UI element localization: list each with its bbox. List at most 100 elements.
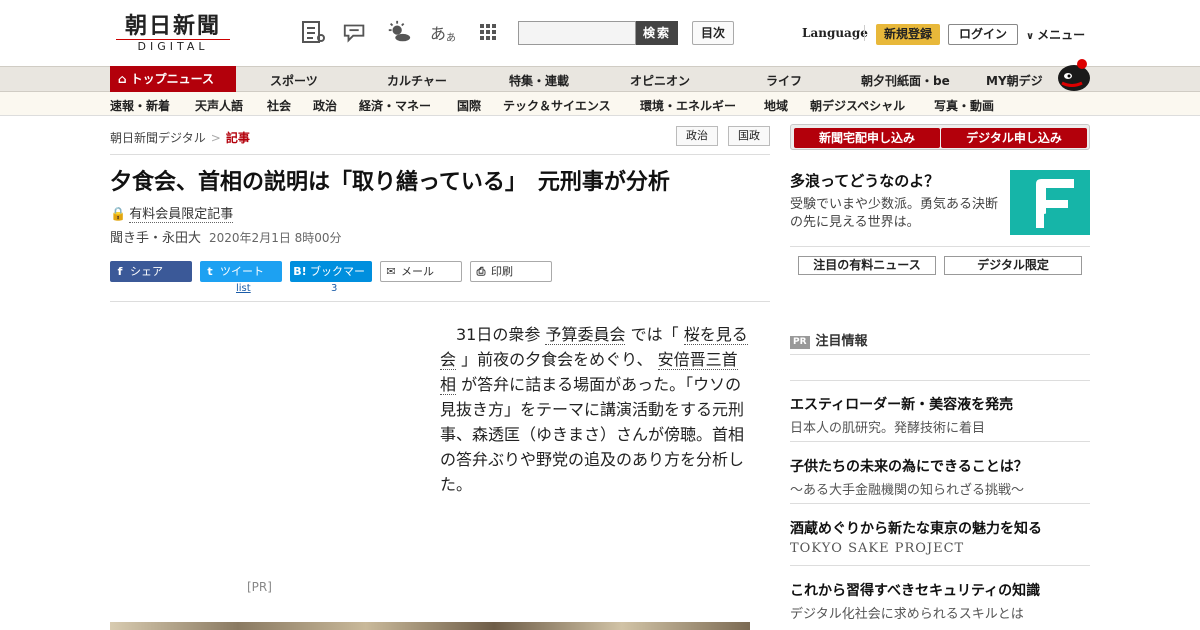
article-photo [110,622,750,630]
subscription-promo: 新聞宅配申し込み デジタル申し込み [790,124,1090,150]
feature-image[interactable] [1010,170,1090,235]
nav-paper[interactable]: 朝夕刊紙面・be [861,72,950,89]
breadcrumb-current: 記事 [225,131,250,145]
header-divider [864,25,865,41]
weather-icon[interactable] [386,19,412,45]
bookmark-count: 3 [331,283,338,294]
logo-subtext: DIGITAL [116,39,230,54]
divider [790,503,1090,504]
share-label: 印刷 [491,265,513,278]
nav-culture[interactable]: カルチャー [387,72,447,89]
nav2-politics[interactable]: 政治 [313,97,337,114]
nav2-society[interactable]: 社会 [267,97,291,114]
breadcrumb-home[interactable]: 朝日新聞デジタル [110,131,206,145]
tag-national[interactable]: 国政 [728,126,770,146]
nav2-region[interactable]: 地域 [764,97,788,114]
nav2-environment[interactable]: 環境・エネルギー [640,97,736,114]
pr-heading: PR 注目情報 [790,330,868,349]
pr-heading-text: 注目情報 [815,334,868,349]
ad-title[interactable]: 酒蔵めぐりから新たな東京の魅力を知る [790,518,1042,538]
mail-button[interactable]: ✉ メール [380,261,462,282]
breadcrumb: 朝日新聞デジタル > 記事 [110,129,250,146]
divider [790,380,1090,381]
digital-signup-button[interactable]: デジタル申し込み [941,128,1087,148]
news-list-icon[interactable] [300,19,326,45]
nav2-tech[interactable]: テック＆サイエンス [503,97,611,114]
nav2-economy[interactable]: 経済・マネー [359,97,431,114]
digital-only-button[interactable]: デジタル限定 [944,256,1082,275]
lede-text: 」前夜の夕食会をめぐり、 [461,350,653,369]
divider [790,354,1090,355]
nav-features[interactable]: 特集・連載 [509,72,569,89]
lede-text: 31日の衆参 [440,325,541,344]
divider [790,441,1090,442]
font-size-small: あ [446,32,457,44]
divider [110,301,770,302]
secondary-nav: 速報・新着 天声人語 社会 政治 経済・マネー 国際 テック＆サイエンス 環境・… [0,92,1200,116]
primary-nav: ⌂ トップニュース スポーツ カルチャー 特集・連載 オピニオン ライフ 朝夕刊紙… [0,66,1200,92]
nav2-breaking[interactable]: 速報・新着 [110,97,170,114]
facebook-share-button[interactable]: f シェア [110,261,192,282]
lede-text: では「 [630,325,679,344]
nav-top-news[interactable]: ⌂ トップニュース [110,66,236,92]
print-button[interactable]: ⎙ 印刷 [470,261,552,282]
logo-text: 朝日新聞 [124,13,221,39]
ad-sub: ～ある大手金融機関の知られざる挑戦～ [790,483,1025,498]
byline-author: 聞き手・永田大 [110,231,202,246]
font-size-icon[interactable]: ああ [430,19,456,45]
feature-title[interactable]: 多浪ってどうなのよ？ [790,170,939,191]
breadcrumb-sep: > [210,131,221,145]
nav-life[interactable]: ライフ [766,72,802,89]
share-label: シェア [130,265,163,278]
ad-title[interactable]: これから習得すべきセキュリティの知識 [790,580,1040,600]
nav-my-asadigi[interactable]: MY朝デジ [986,72,1043,89]
tweet-list-link[interactable]: list [236,283,251,294]
twitter-icon: t [207,265,213,278]
tweet-button[interactable]: t ツイート [200,261,282,282]
language-link[interactable]: Language [802,26,868,40]
nav2-special[interactable]: 朝デジスペシャル [810,97,905,114]
ad-sub: デジタル化社会に求められるスキルとは [790,607,1024,622]
publish-date: 2020年2月1日 8時00分 [209,231,342,245]
divider [790,246,1090,247]
speech-bubble-icon[interactable] [342,19,368,45]
hatena-icon: B! [293,265,307,278]
nav2-international[interactable]: 国際 [457,97,481,114]
asahi-logo[interactable]: 朝日新聞 DIGITAL [116,14,230,54]
toc-button[interactable]: 目次 [692,21,734,45]
menu-button[interactable]: ∨ メニュー [1026,26,1085,43]
hatena-bookmark-button[interactable]: B! ブックマーク [290,261,372,299]
nav2-tensei[interactable]: 天声人語 [195,97,243,114]
nav2-photo-video[interactable]: 写真・動画 [934,97,994,114]
home-delivery-button[interactable]: 新聞宅配申し込み [794,128,940,148]
tag-politics[interactable]: 政治 [676,126,718,146]
nav-opinion[interactable]: オピニオン [630,72,690,89]
ad-title[interactable]: 子供たちの未来の為にできることは？ [790,456,1028,476]
article-headline: 夕食会、首相の説明は「取り繕っている」 元刑事が分析 [110,170,670,195]
home-icon: ⌂ [118,72,127,86]
login-button[interactable]: ログイン [948,24,1018,45]
paid-news-button[interactable]: 注目の有料ニュース [798,256,936,275]
print-icon: ⎙ [476,265,486,278]
search-button[interactable]: 検索 [636,21,678,45]
ad-sub: 日本人の肌研究。発酵技術に着目 [790,421,986,436]
grid-icon[interactable] [475,19,501,45]
link-budget-committee[interactable]: 予算委員会 [545,325,626,345]
ad-sub: TOKYO SAKE PROJECT [790,541,965,556]
nav-sports[interactable]: スポーツ [270,72,318,89]
paid-label[interactable]: 🔒 有料会員限定記事 [110,203,234,223]
divider [110,154,770,155]
ad-title[interactable]: エスティローダー新・美容液を発売 [790,394,1013,414]
paid-label-text: 有料会員限定記事 [129,207,234,223]
share-label: メール [401,265,434,278]
mascot-icon[interactable] [1052,56,1092,92]
article-lede: 31日の衆参 予算委員会 では「 桜を見る会 」前夜の夕食会をめぐり、 安倍晋三… [440,322,750,497]
feature-desc: 受験でいまや少数派。勇気ある決断の先に見える世界は。 [790,197,999,230]
nav-label: トップニュース [130,72,214,86]
lede-text: が答弁に詰まる場面があった。「ウソの見抜き方」をテーマに講演活動をする元刑事、森… [440,375,745,494]
register-button[interactable]: 新規登録 [876,24,940,45]
lock-icon: 🔒 [110,207,127,222]
search-input[interactable] [518,21,636,45]
menu-label: メニュー [1037,28,1086,42]
pr-badge: PR [790,336,810,349]
